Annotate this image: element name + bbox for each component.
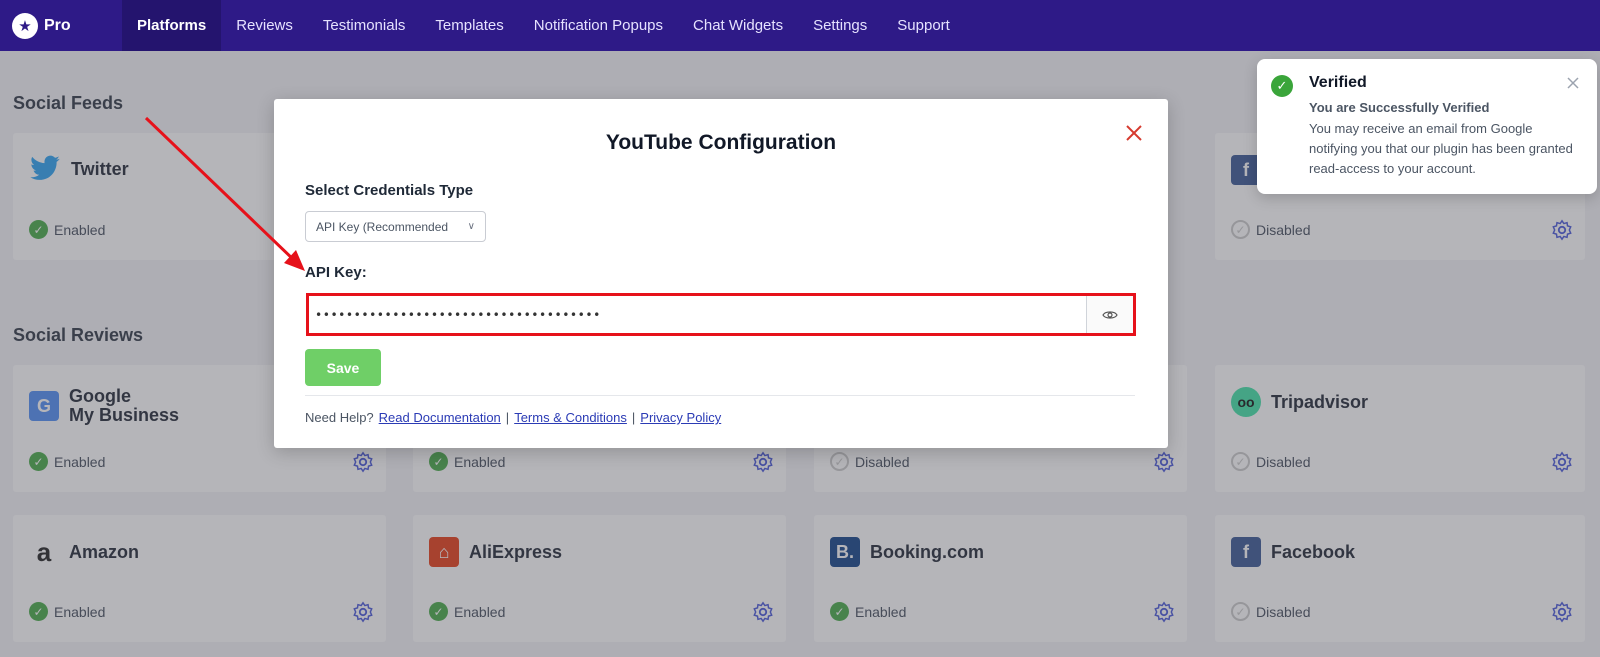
- eye-icon: [1102, 310, 1118, 319]
- help-prefix: Need Help?: [305, 410, 374, 425]
- nav-templates[interactable]: Templates: [420, 0, 518, 51]
- terms-link[interactable]: Terms & Conditions: [514, 410, 627, 425]
- nav-testimonials[interactable]: Testimonials: [308, 0, 421, 51]
- api-key-input[interactable]: •••••••••••••••••••••••••••••••••••••: [309, 296, 1086, 333]
- nav-settings[interactable]: Settings: [798, 0, 882, 51]
- toast-body: You may receive an email from Google not…: [1309, 121, 1573, 176]
- brand[interactable]: ★ Pro: [0, 0, 122, 51]
- toast-subtitle: You are Successfully Verified: [1309, 100, 1490, 115]
- separator: |: [505, 410, 510, 425]
- check-badge-icon: ✓: [1271, 75, 1293, 97]
- help-row: Need Help? Read Documentation | Terms & …: [305, 410, 721, 425]
- top-nav: ★ Pro Platforms Reviews Testimonials Tem…: [0, 0, 1600, 51]
- api-key-label: API Key:: [305, 264, 367, 281]
- divider: [305, 395, 1135, 396]
- youtube-config-modal: YouTube Configuration Select Credentials…: [274, 99, 1168, 448]
- separator: |: [631, 410, 636, 425]
- toast-title: Verified: [1309, 74, 1367, 91]
- select-value: API Key (Recommended: [316, 219, 449, 234]
- star-logo-icon: ★: [12, 12, 38, 39]
- brand-name: Pro: [44, 16, 71, 34]
- modal-title: YouTube Configuration: [605, 131, 837, 154]
- privacy-policy-link[interactable]: Privacy Policy: [640, 410, 721, 425]
- nav-platforms[interactable]: Platforms: [122, 0, 222, 51]
- verified-toast: ✓ Verified You are Successfully Verified…: [1257, 59, 1597, 194]
- close-icon[interactable]: [1566, 76, 1580, 90]
- nav-chat-widgets[interactable]: Chat Widgets: [678, 0, 798, 51]
- nav-support[interactable]: Support: [882, 0, 965, 51]
- nav-notification-popups[interactable]: Notification Popups: [519, 0, 678, 51]
- nav-reviews[interactable]: Reviews: [221, 0, 308, 51]
- api-key-highlight: •••••••••••••••••••••••••••••••••••••: [306, 293, 1136, 336]
- credentials-type-select[interactable]: API Key (Recommended ∨: [305, 211, 486, 242]
- read-documentation-link[interactable]: Read Documentation: [379, 410, 501, 425]
- toggle-visibility-button[interactable]: [1086, 296, 1133, 333]
- credentials-type-label: Select Credentials Type: [305, 182, 474, 199]
- close-icon[interactable]: [1124, 123, 1144, 143]
- save-button[interactable]: Save: [305, 349, 381, 386]
- chevron-down-icon: ∨: [467, 221, 475, 232]
